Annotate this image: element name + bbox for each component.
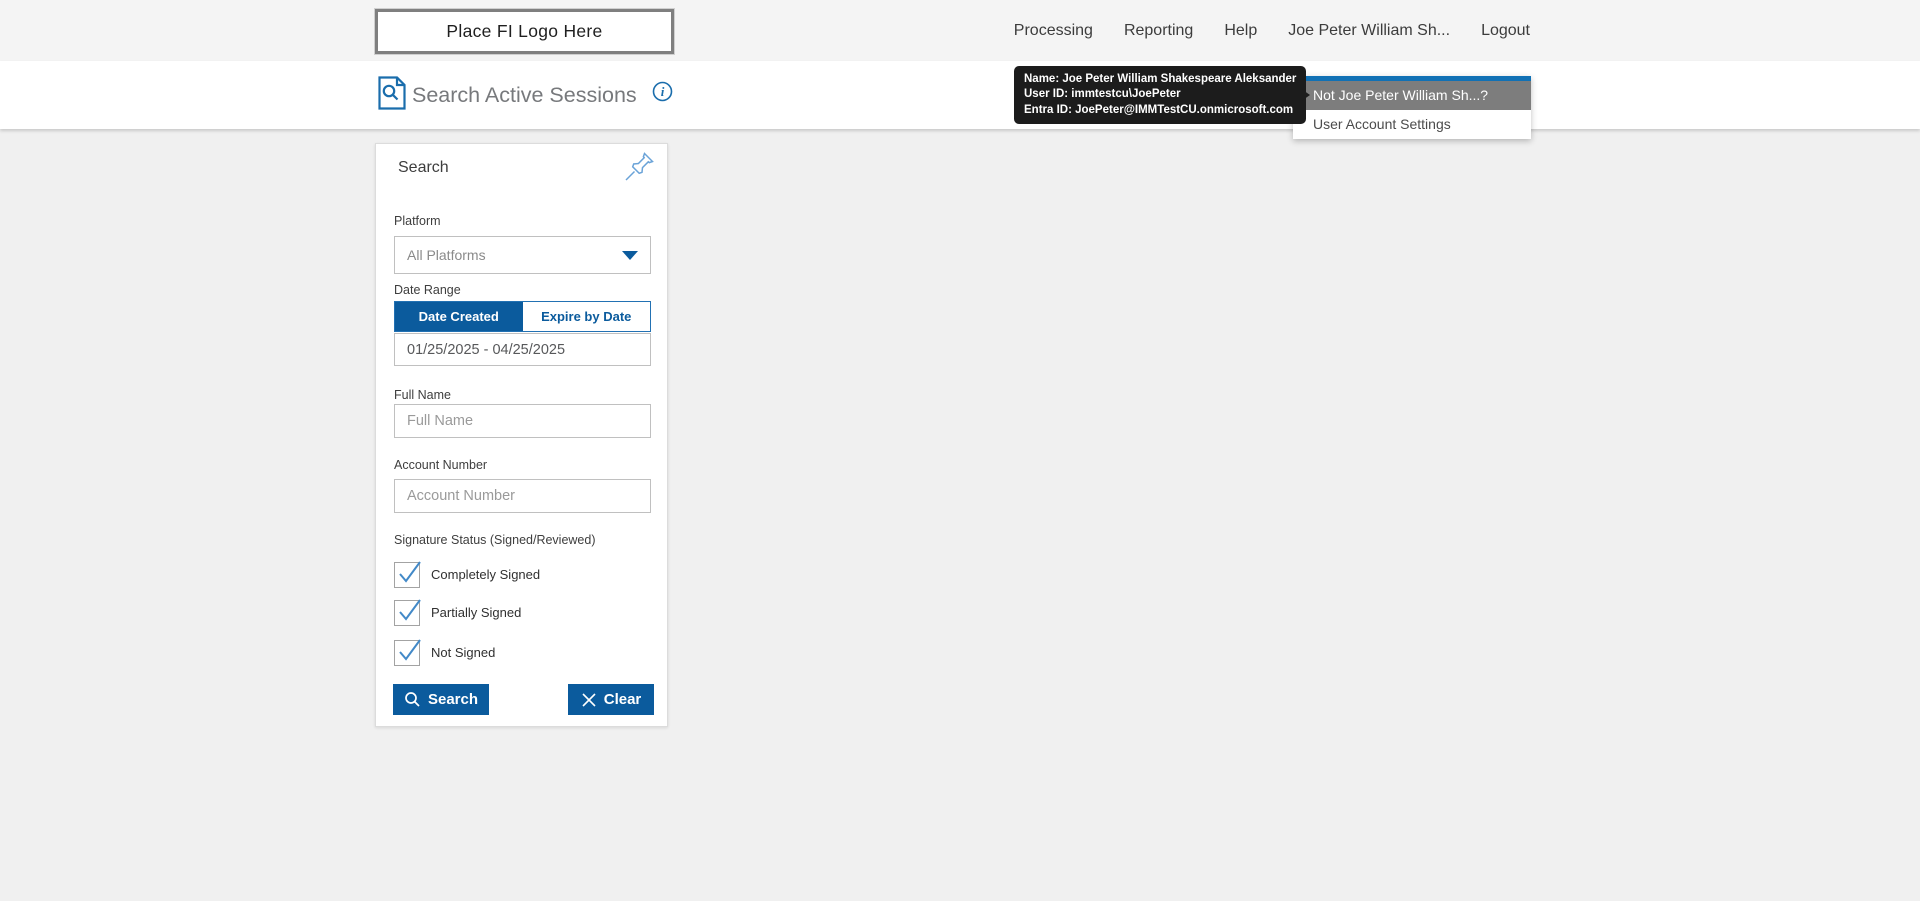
nav-reporting[interactable]: Reporting [1124,22,1193,40]
nav-user-name[interactable]: Joe Peter William Sh... [1288,22,1450,40]
clear-button-label: Clear [603,691,642,708]
checkbox-label: Completely Signed [431,567,541,582]
completely-signed-checkbox[interactable] [394,560,421,588]
check-icon [399,638,421,661]
user-dropdown-menu: Not Joe Peter William Sh...? User Accoun… [1293,76,1531,139]
chevron-down-icon [622,250,638,260]
page: Place FI Logo Here Processing Reporting … [0,0,1920,901]
platform-select[interactable]: All Platforms [394,236,651,274]
user-info-tooltip: Name: Joe Peter William Shakespeare Alek… [1014,66,1307,125]
search-button[interactable]: Search [393,684,489,715]
platform-label: Platform [394,214,441,228]
pin-icon[interactable] [621,149,657,190]
search-button-label: Search [427,691,479,708]
account-number-input[interactable] [394,479,651,513]
tooltip-entraid-line: Entra ID: JoePeter@IMMTestCU.onmicrosoft… [1024,103,1294,116]
menu-item-not-user[interactable]: Not Joe Peter William Sh...? [1293,81,1531,110]
toggle-date-created[interactable]: Date Created [395,302,523,331]
svg-text:i: i [661,84,665,99]
fi-logo-text: Place FI Logo Here [446,21,603,41]
full-name-input[interactable] [394,404,651,438]
checkbox-label: Not Signed [431,645,496,660]
nav-processing[interactable]: Processing [1014,22,1093,40]
checkbox-row-partially-signed: Partially Signed [394,598,651,626]
nav-help[interactable]: Help [1224,22,1257,40]
not-signed-checkbox[interactable] [394,638,421,666]
check-icon [399,560,421,583]
signature-status-label: Signature Status (Signed/Reviewed) [394,533,596,547]
x-icon [582,692,596,707]
main-nav: Processing Reporting Help Joe Peter Will… [1014,0,1530,61]
checkbox-row-completely-signed: Completely Signed [394,560,651,588]
tooltip-name-line: Name: Joe Peter William Shakespeare Alek… [1024,73,1297,85]
platform-selected-value: All Platforms [407,247,486,263]
search-sessions-icon [378,76,406,115]
toggle-expire-by-date[interactable]: Expire by Date [522,302,650,331]
checkbox-label: Partially Signed [431,605,522,620]
top-bar: Place FI Logo Here Processing Reporting … [0,0,1920,61]
nav-logout[interactable]: Logout [1481,22,1530,40]
account-number-label: Account Number [394,458,488,472]
panel-title: Search [398,159,449,176]
date-range-label: Date Range [394,283,461,297]
fi-logo-placeholder: Place FI Logo Here [375,9,674,54]
tooltip-arrow [1300,88,1310,102]
check-icon [399,598,421,621]
date-range-input[interactable] [394,333,651,366]
full-name-label: Full Name [394,388,451,402]
page-title: Search Active Sessions [412,82,637,107]
page-header [0,61,1920,129]
info-icon[interactable]: i [652,81,673,107]
checkbox-row-not-signed: Not Signed [394,638,651,666]
partially-signed-checkbox[interactable] [394,598,421,626]
date-range-toggle: Date Created Expire by Date [394,301,651,332]
clear-button[interactable]: Clear [568,684,654,715]
search-icon [405,692,420,707]
tooltip-userid-line: User ID: immtestcu\JoePeter [1024,88,1181,101]
search-panel: Search Platform All Platforms Date Range… [375,143,668,727]
menu-item-account-settings[interactable]: User Account Settings [1293,110,1531,139]
